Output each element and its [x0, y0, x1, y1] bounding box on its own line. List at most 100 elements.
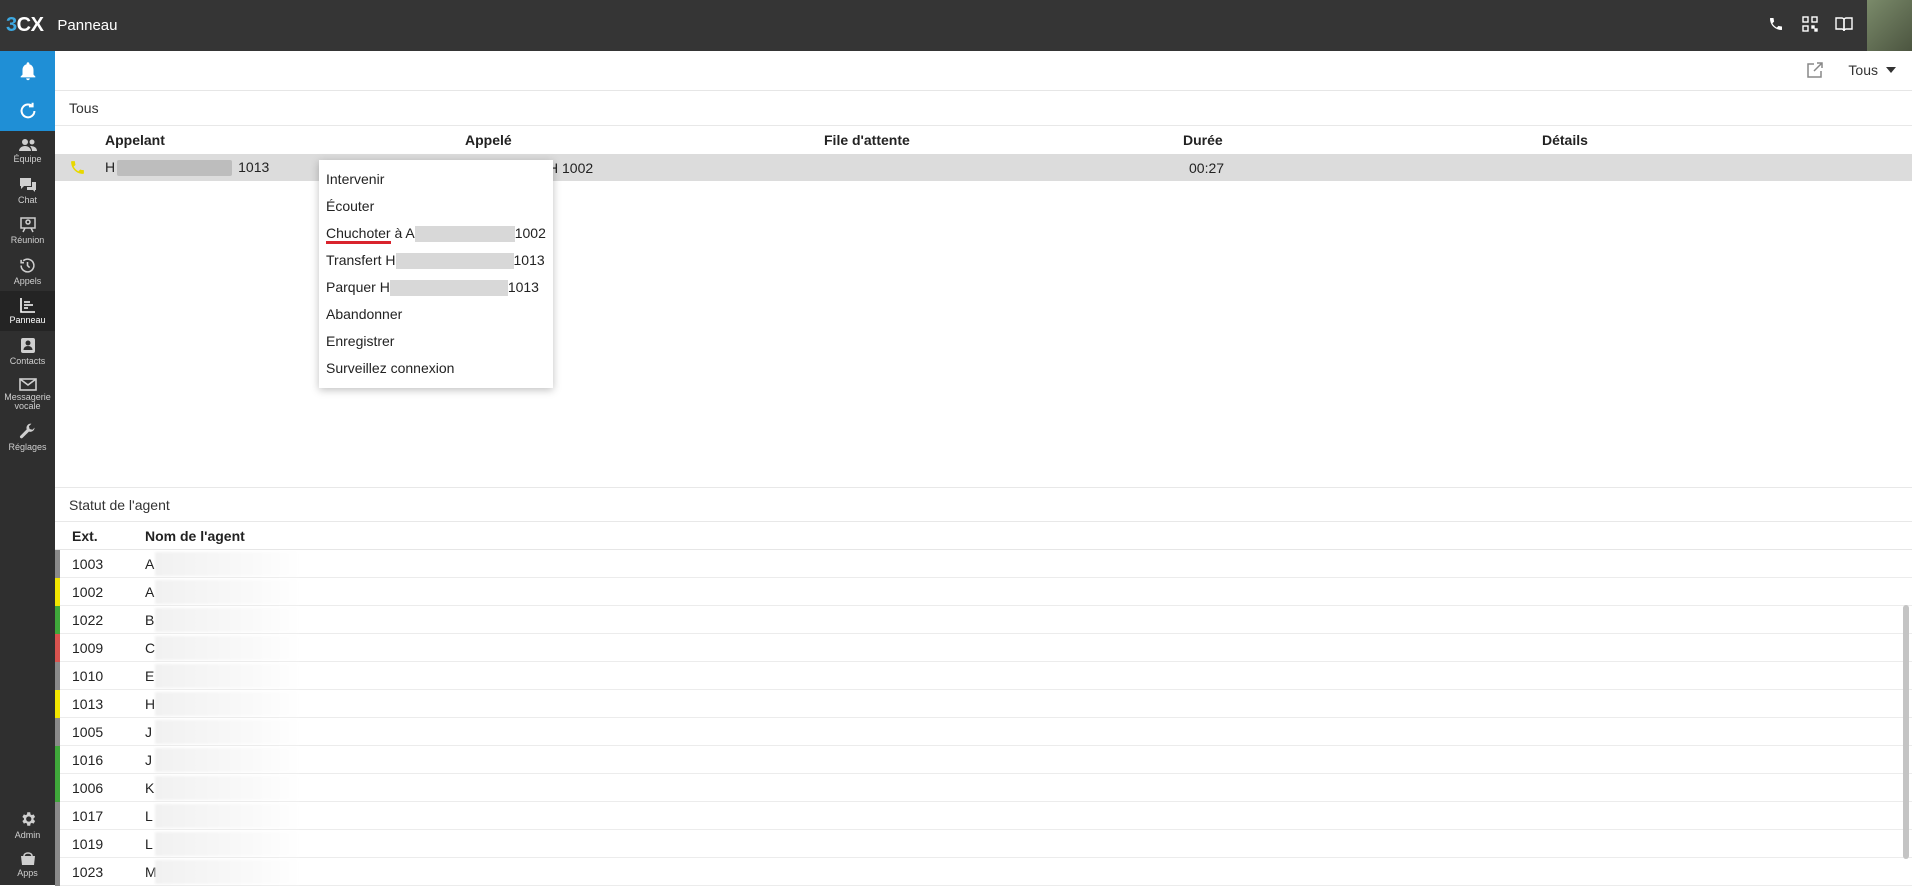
duration-cell: 00:27	[1189, 159, 1225, 176]
menu-item-abandonner[interactable]: Abandonner	[319, 301, 553, 328]
table-row[interactable]: 1023 M	[55, 858, 1912, 886]
gear-icon	[21, 812, 35, 826]
sidebar-item-apps[interactable]: Apps	[0, 845, 55, 885]
sidebar-item-reglages[interactable]: Réglages	[0, 417, 55, 457]
column-agent-name[interactable]: Nom de l'agent	[145, 528, 245, 544]
table-row[interactable]: 1006 K	[55, 774, 1912, 802]
agent-name: H	[145, 695, 156, 712]
table-row[interactable]: 1016 J	[55, 746, 1912, 774]
apps-icon	[20, 852, 35, 865]
column-ext[interactable]: Ext.	[72, 528, 98, 544]
table-row[interactable]: 1010 E	[55, 662, 1912, 690]
redacted-name	[155, 832, 301, 856]
calls-table-header: Appelant Appelé File d'attente Durée Dét…	[55, 126, 1912, 154]
sidebar-item-messagerie[interactable]: Messagerie vocale	[0, 371, 55, 417]
status-indicator	[55, 662, 60, 690]
table-row[interactable]: 1002 A	[55, 578, 1912, 606]
sidebar-item-label: Apps	[17, 868, 38, 878]
menu-item-parquer[interactable]: Parquer H 1013	[319, 274, 553, 301]
status-indicator	[55, 634, 60, 662]
table-row[interactable]: 1022 B	[55, 606, 1912, 634]
agent-name: L	[145, 835, 153, 852]
table-row[interactable]: 1017 L	[55, 802, 1912, 830]
panel-icon	[20, 298, 35, 313]
column-details[interactable]: Détails	[1542, 132, 1588, 148]
status-indicator	[55, 718, 60, 746]
agent-ext: 1010	[72, 667, 104, 684]
redacted-name	[155, 748, 301, 772]
agent-ext: 1016	[72, 751, 104, 768]
caret-down-icon	[1886, 67, 1896, 73]
sidebar-item-appels[interactable]: Appels	[0, 251, 55, 291]
table-row[interactable]: 1005 J	[55, 718, 1912, 746]
notifications-button[interactable]	[0, 51, 55, 91]
sidebar-item-label: Admin	[14, 830, 41, 840]
status-indicator	[55, 802, 60, 830]
redacted-name	[155, 860, 301, 884]
redacted-name	[155, 580, 301, 604]
table-row[interactable]: 1019 L	[55, 830, 1912, 858]
sidebar-item-equipe[interactable]: Équipe	[0, 131, 55, 171]
status-button[interactable]	[0, 91, 55, 131]
status-indicator	[55, 606, 60, 634]
sidebar-item-label: Panneau	[9, 315, 46, 325]
external-link-icon[interactable]	[1806, 61, 1824, 84]
column-duree[interactable]: Durée	[1183, 132, 1223, 148]
menu-item-transfert[interactable]: Transfert H 1013	[319, 247, 553, 274]
phone-icon	[69, 159, 86, 179]
sidebar-item-label: Contacts	[9, 355, 46, 366]
table-row[interactable]: 1009 C	[55, 634, 1912, 662]
sidebar-item-contacts[interactable]: Contacts	[0, 331, 55, 371]
sidebar-item-reunion[interactable]: Réunion	[0, 211, 55, 251]
calls-section-title: Tous	[55, 91, 1912, 126]
user-avatar[interactable]	[1867, 0, 1912, 51]
qr-code-icon[interactable]	[1800, 14, 1820, 34]
menu-item-chuchoter[interactable]: Chuchoter à A 1002	[319, 220, 553, 247]
agent-rows: 1003 A 1002 A 1022 B 1009 C 1010 E 1013 H 1005 J 1016 J…	[55, 550, 1912, 886]
sidebar-item-label: Appels	[13, 275, 42, 286]
panel-toolbar: Tous	[55, 51, 1912, 91]
agent-ext: 1022	[72, 611, 104, 628]
filter-dropdown[interactable]: Tous	[1848, 62, 1896, 78]
agent-name: A	[145, 583, 155, 600]
menu-item-enregistrer[interactable]: Enregistrer	[319, 328, 553, 355]
agent-ext: 1023	[72, 863, 104, 880]
sidebar-item-label: Réglages	[8, 441, 47, 452]
column-appele[interactable]: Appelé	[465, 132, 512, 148]
agent-ext: 1019	[72, 835, 104, 852]
menu-item-surveillez-connexion[interactable]: Surveillez connexion	[319, 355, 553, 382]
app-logo[interactable]: 3CX	[6, 14, 44, 37]
agent-name: L	[145, 807, 153, 824]
table-row[interactable]: 1003 A	[55, 550, 1912, 578]
agent-name: A	[145, 555, 155, 572]
agent-list-scrollbar[interactable]	[1903, 605, 1909, 859]
status-indicator	[55, 578, 60, 606]
agent-ext: 1013	[72, 695, 104, 712]
redacted-name	[155, 664, 301, 688]
page-title: Panneau	[57, 17, 118, 34]
menu-item-intervenir[interactable]: Intervenir	[319, 166, 553, 193]
sidebar-item-label: Messagerie vocale	[4, 391, 51, 411]
sidebar-item-chat[interactable]: Chat	[0, 171, 55, 211]
history-icon	[20, 257, 35, 273]
redacted-name	[155, 720, 301, 744]
agent-name: K	[145, 779, 155, 796]
sidebar-item-panneau[interactable]: Panneau	[0, 291, 55, 331]
book-icon[interactable]	[1834, 14, 1854, 34]
sidebar-item-admin[interactable]: Admin	[0, 805, 55, 845]
agent-ext: 1006	[72, 779, 104, 796]
status-indicator	[55, 858, 60, 886]
column-appelant[interactable]: Appelant	[105, 132, 165, 148]
agent-name: J	[145, 723, 152, 740]
top-bar: 3CX Panneau	[0, 0, 1912, 51]
mail-icon	[18, 377, 37, 391]
agent-table-header: Ext. Nom de l'agent	[55, 522, 1912, 550]
phone-icon[interactable]	[1766, 14, 1786, 34]
menu-item-ecouter[interactable]: Écouter	[319, 193, 553, 220]
agent-ext: 1002	[72, 583, 104, 600]
sidebar: Équipe Chat Réunion Appels Panneau Conta…	[0, 51, 55, 885]
wrench-icon	[19, 423, 35, 438]
redacted-name	[155, 636, 301, 660]
column-file-attente[interactable]: File d'attente	[824, 132, 910, 148]
table-row[interactable]: 1013 H	[55, 690, 1912, 718]
